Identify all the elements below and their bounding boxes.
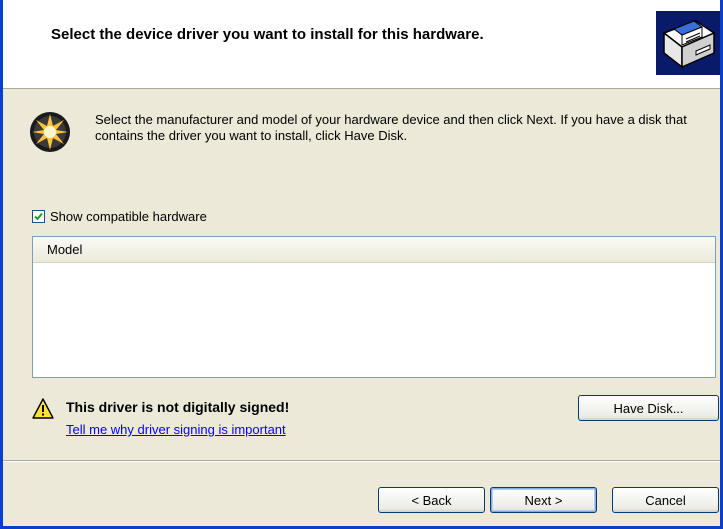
model-list[interactable]: Model	[32, 236, 716, 378]
checkbox-box[interactable]	[32, 209, 45, 223]
cancel-button[interactable]: Cancel	[612, 487, 719, 513]
unsigned-driver-warning: This driver is not digitally signed!	[66, 399, 290, 415]
intro-instructions: Select the manufacturer and model of you…	[95, 112, 687, 143]
hardware-card-icon	[656, 11, 720, 75]
checkmark-icon	[34, 212, 43, 220]
checkbox-label: Show compatible hardware	[50, 208, 207, 224]
model-column-header[interactable]: Model	[33, 237, 715, 263]
wizard-header: Select the device driver you want to ins…	[3, 0, 720, 89]
have-disk-button[interactable]: Have Disk...	[578, 395, 719, 421]
show-compatible-hardware-checkbox[interactable]: Show compatible hardware	[32, 207, 207, 225]
model-column-label: Model	[47, 242, 83, 257]
device-wizard-icon	[30, 112, 70, 152]
next-button[interactable]: Next >	[490, 487, 597, 513]
footer-divider	[3, 460, 720, 462]
back-button[interactable]: < Back	[378, 487, 485, 513]
warning-triangle-icon	[32, 398, 54, 419]
wizard-header-title: Select the device driver you want to ins…	[51, 26, 484, 43]
driver-signing-help-link[interactable]: Tell me why driver signing is important	[66, 422, 286, 437]
model-list-body[interactable]	[33, 263, 715, 377]
